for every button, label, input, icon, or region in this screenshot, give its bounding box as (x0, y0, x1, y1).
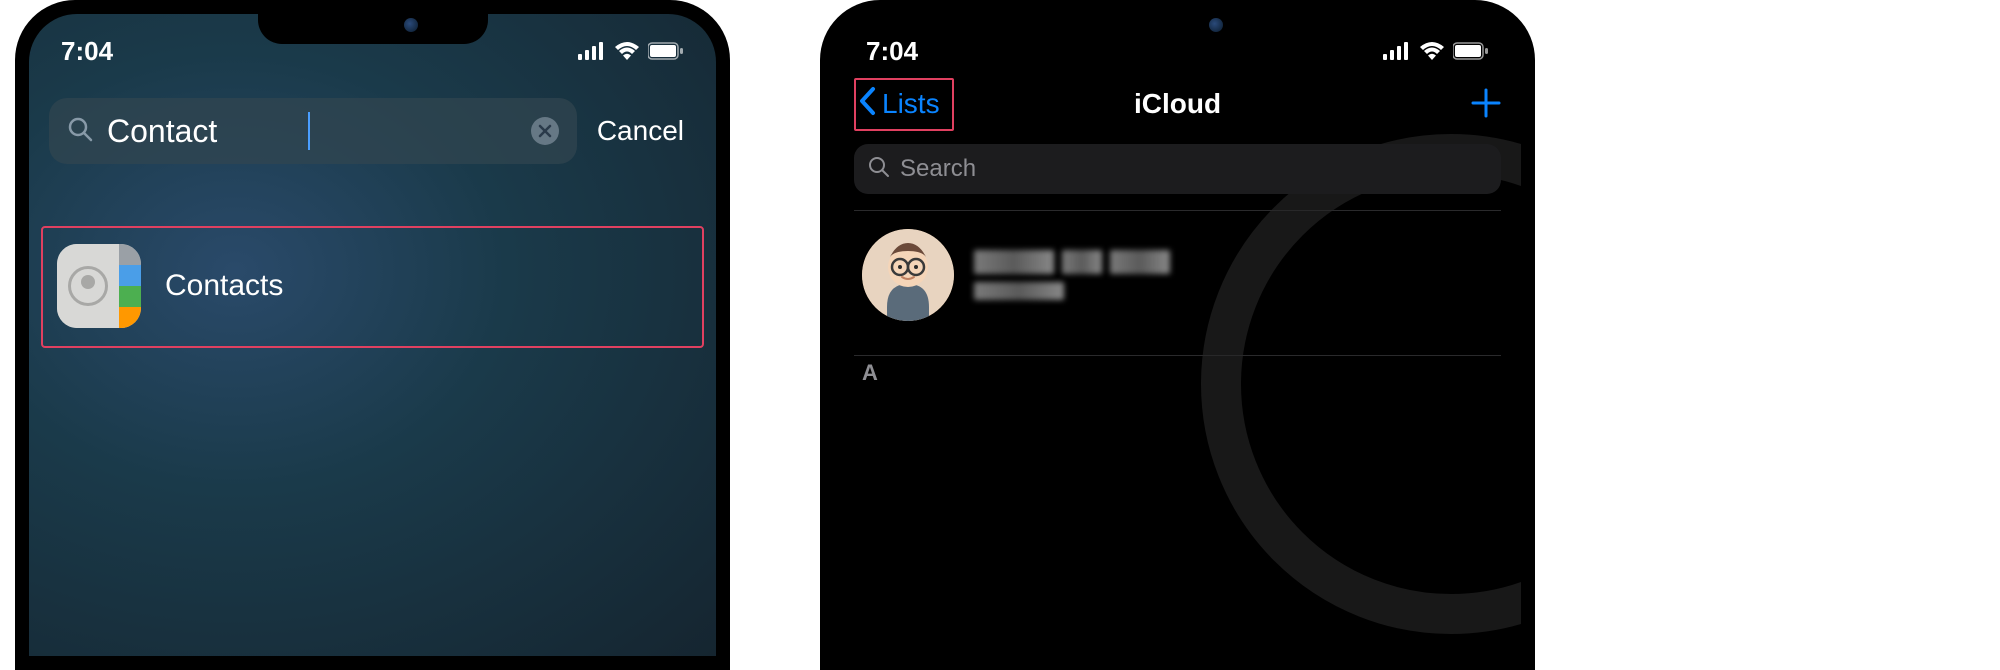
camera-dot (404, 18, 418, 32)
wifi-icon (614, 42, 640, 60)
spotlight-search-box[interactable]: Contact (49, 98, 577, 164)
signal-icon (1383, 42, 1411, 60)
text-cursor (308, 112, 310, 150)
search-icon (868, 156, 890, 183)
result-label: Contacts (165, 269, 283, 303)
nav-bar: Lists iCloud (834, 70, 1521, 130)
screen-spotlight: 7:04 Contact (29, 14, 716, 656)
status-icons (1383, 42, 1489, 60)
contacts-search-box[interactable]: Search (854, 144, 1501, 194)
wifi-icon (1419, 42, 1445, 60)
contacts-app-icon (57, 244, 141, 328)
phone-frame-2: 7:04 Lists iCloud (820, 0, 1535, 670)
notch (258, 0, 488, 44)
redacted-subtitle (974, 282, 1493, 300)
section-header-a: A (834, 356, 1521, 390)
status-time: 7:04 (866, 36, 918, 67)
add-contact-button[interactable] (1471, 83, 1501, 125)
chevron-left-icon (858, 86, 878, 123)
clear-search-button[interactable] (531, 117, 559, 145)
back-button-lists[interactable]: Lists (854, 78, 954, 131)
avatar (862, 229, 954, 321)
phone-frame-1: 7:04 Contact (15, 0, 730, 670)
battery-icon (648, 42, 684, 60)
status-icons (578, 42, 684, 60)
spotlight-search-row: Contact Cancel (29, 70, 716, 164)
search-input[interactable]: Contact (107, 113, 300, 150)
signal-icon (578, 42, 606, 60)
page-title: iCloud (1134, 88, 1221, 120)
search-icon (67, 116, 93, 147)
search-result-contacts[interactable]: Contacts (41, 226, 704, 348)
search-placeholder: Search (900, 155, 976, 183)
cancel-button[interactable]: Cancel (597, 115, 696, 147)
camera-dot (1209, 18, 1223, 32)
back-label: Lists (882, 88, 940, 120)
battery-icon (1453, 42, 1489, 60)
screen-contacts: 7:04 Lists iCloud (834, 14, 1521, 656)
redacted-name (974, 250, 1493, 274)
my-card-info (974, 250, 1493, 300)
status-time: 7:04 (61, 36, 113, 67)
notch (1063, 0, 1293, 44)
my-card-row[interactable] (834, 211, 1521, 339)
